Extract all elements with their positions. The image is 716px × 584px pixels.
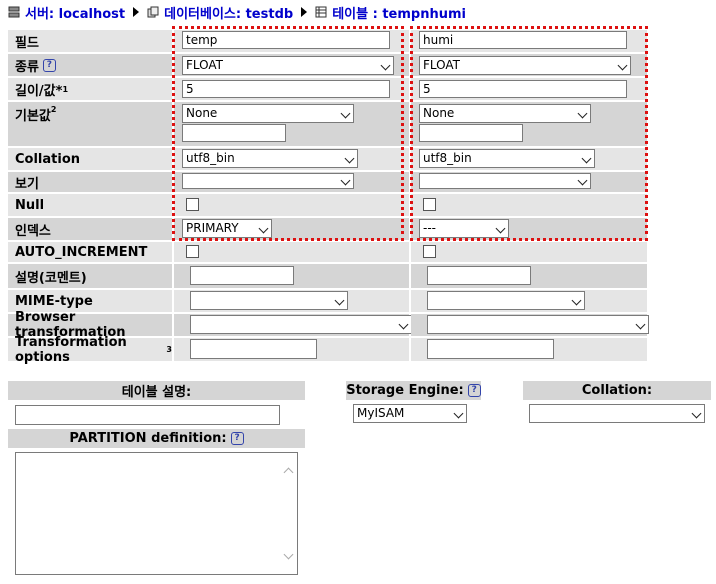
col1-cell — [174, 242, 409, 262]
col2-cell — [411, 242, 647, 262]
chevron-down-icon — [571, 295, 582, 306]
col1-highlight-box — [172, 26, 404, 241]
row-label: 기본값 2 — [8, 102, 172, 146]
row-label: Browser transformation — [8, 310, 172, 340]
scroll-down-icon[interactable] — [283, 549, 294, 560]
row-transformation-options: Transformation options 3 — [8, 335, 647, 365]
help-icon[interactable]: ? — [230, 432, 244, 445]
table-collation-select[interactable] — [529, 404, 705, 423]
col2-transformation-options-input[interactable] — [427, 339, 554, 359]
table-icon — [315, 6, 327, 18]
col1-mime-select[interactable] — [190, 291, 348, 310]
col2-cell — [411, 290, 647, 312]
chevron-down-icon — [334, 295, 345, 306]
chevron-down-icon — [635, 319, 646, 330]
col2-browser-transformation-select[interactable] — [427, 315, 649, 334]
col1-cell — [174, 264, 409, 288]
col2-comment-input[interactable] — [427, 266, 531, 285]
row-label: AUTO_INCREMENT — [8, 242, 172, 262]
breadcrumb: 서버: localhost 데이터베이스: testdb 테이블 : tempn… — [8, 3, 466, 22]
col2-auto-increment-checkbox[interactable] — [423, 245, 436, 258]
chevron-down-icon — [691, 408, 702, 419]
breadcrumb-database-link[interactable]: 데이터베이스: testdb — [164, 3, 293, 22]
row-label: 필드 — [8, 30, 172, 52]
col1-auto-increment-checkbox[interactable] — [186, 245, 199, 258]
row-mime-type: MIME-type — [8, 290, 647, 312]
breadcrumb-server-link[interactable]: 서버: localhost — [25, 3, 125, 22]
database-icon — [147, 6, 159, 18]
col1-cell — [174, 290, 409, 312]
col2-cell — [411, 338, 647, 361]
partition-header: PARTITION definition:? — [8, 429, 305, 448]
chevron-down-icon — [398, 319, 409, 330]
table-comment-input[interactable] — [15, 405, 280, 425]
col1-cell — [174, 338, 409, 361]
row-label: 설명(코멘트) — [8, 264, 172, 288]
row-label: Collation — [8, 148, 172, 170]
storage-engine-select[interactable]: MyISAM — [353, 404, 467, 423]
chevron-down-icon — [453, 408, 464, 419]
row-comment: 설명(코멘트) — [8, 264, 647, 288]
table-comment-header: 테이블 설명: — [8, 381, 305, 400]
help-icon[interactable]: ? — [42, 58, 56, 72]
row-label: Null — [8, 194, 172, 216]
table-collation-header: Collation: — [523, 381, 711, 400]
row-label: Transformation options 3 — [8, 335, 172, 365]
col2-mime-select[interactable] — [427, 291, 585, 310]
col2-highlight-box — [410, 26, 648, 241]
server-icon — [8, 6, 20, 18]
row-label: 보기 — [8, 172, 172, 192]
storage-engine-header: Storage Engine:? — [346, 381, 481, 400]
row-browser-transformation: Browser transformation — [8, 310, 649, 340]
partition-textarea[interactable] — [15, 452, 298, 575]
help-icon[interactable]: ? — [467, 384, 481, 397]
col1-cell — [174, 314, 412, 336]
row-label: 인덱스 — [8, 218, 172, 240]
row-label: MIME-type — [8, 290, 172, 312]
breadcrumb-arrow-icon — [301, 7, 308, 17]
col2-cell — [411, 264, 647, 288]
col1-browser-transformation-select[interactable] — [190, 315, 412, 334]
row-auto-increment: AUTO_INCREMENT — [8, 242, 647, 262]
row-label: 종류? — [8, 54, 172, 76]
breadcrumb-arrow-icon — [133, 7, 140, 17]
breadcrumb-table-link[interactable]: 테이블 : tempnhumi — [332, 3, 466, 22]
scroll-up-icon[interactable] — [283, 467, 294, 478]
col1-comment-input[interactable] — [190, 266, 294, 285]
col1-transformation-options-input[interactable] — [190, 339, 317, 359]
row-label: 길이/값* 1 — [8, 78, 172, 100]
col2-cell — [411, 314, 649, 336]
